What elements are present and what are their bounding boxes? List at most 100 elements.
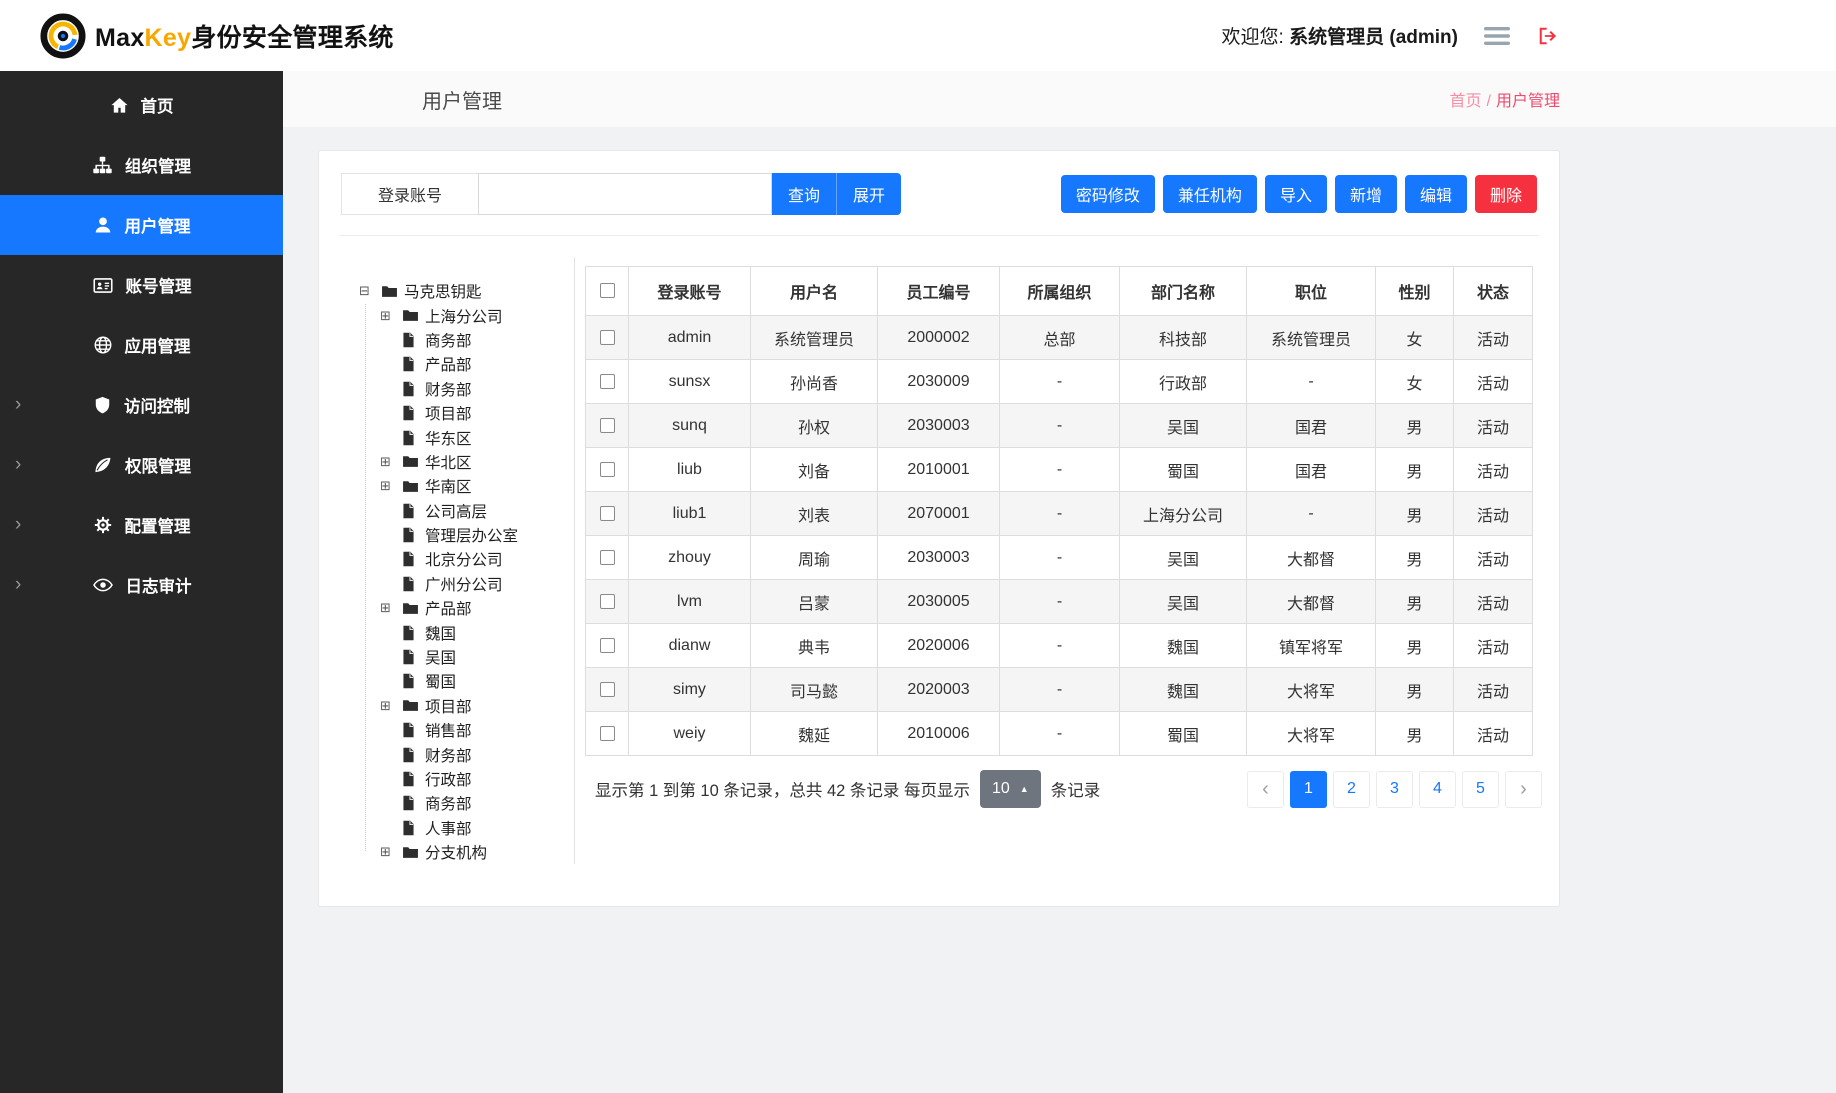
table-cell: 男 bbox=[1376, 404, 1454, 448]
import-button[interactable]: 导入 bbox=[1265, 175, 1327, 213]
tree-node[interactable]: ⊞上海分公司 bbox=[359, 303, 574, 327]
tree-toggle-icon[interactable]: ⊞ bbox=[380, 454, 402, 470]
next-page-button[interactable]: › bbox=[1505, 771, 1542, 808]
expand-button[interactable]: 展开 bbox=[836, 173, 901, 215]
org-tree: ⊟马克思钥匙⊞上海分公司商务部产品部财务部项目部华东区⊞华北区⊞华南区公司高层管… bbox=[339, 257, 575, 864]
sidebar-item-org[interactable]: 组织管理 bbox=[0, 135, 283, 195]
table-row[interactable]: sunq孙权2030003-吴国国君男活动 bbox=[586, 404, 1533, 448]
tree-toggle-icon[interactable]: ⊞ bbox=[380, 478, 402, 494]
sidebar-item-config[interactable]: ›配置管理 bbox=[0, 495, 283, 555]
breadcrumb-home[interactable]: 首页 bbox=[1450, 93, 1482, 110]
table-row[interactable]: admin系统管理员2000002总部科技部系统管理员女活动 bbox=[586, 316, 1533, 360]
concurrent-org-button[interactable]: 兼任机构 bbox=[1163, 175, 1257, 213]
tree-node[interactable]: 华东区 bbox=[359, 425, 574, 449]
row-checkbox[interactable] bbox=[600, 550, 615, 565]
tree-node[interactable]: 销售部 bbox=[359, 718, 574, 742]
page-size-dropdown[interactable]: 10▲ bbox=[980, 770, 1041, 808]
tree-node[interactable]: ⊞华北区 bbox=[359, 450, 574, 474]
table-row[interactable]: simy司马懿2020003-魏国大将军男活动 bbox=[586, 668, 1533, 712]
tree-toggle-icon[interactable]: ⊟ bbox=[359, 283, 381, 299]
add-button[interactable]: 新增 bbox=[1335, 175, 1397, 213]
folder-icon bbox=[402, 845, 424, 860]
tree-node[interactable]: 财务部 bbox=[359, 377, 574, 401]
table-row[interactable]: dianw典韦2020006-魏国镇军将军男活动 bbox=[586, 624, 1533, 668]
row-select-cell bbox=[586, 404, 629, 448]
tree-toggle-icon[interactable]: ⊞ bbox=[380, 698, 402, 714]
tree-node[interactable]: 商务部 bbox=[359, 328, 574, 352]
tree-node[interactable]: 公司高层 bbox=[359, 499, 574, 523]
table-cell: 吴国 bbox=[1120, 580, 1247, 624]
tree-node[interactable]: 广州分公司 bbox=[359, 572, 574, 596]
tree-node-label: 商务部 bbox=[424, 329, 472, 351]
change-password-button[interactable]: 密码修改 bbox=[1061, 175, 1155, 213]
row-checkbox[interactable] bbox=[600, 594, 615, 609]
menu-icon[interactable] bbox=[1484, 26, 1510, 46]
login-account-input[interactable] bbox=[478, 173, 772, 215]
row-checkbox[interactable] bbox=[600, 726, 615, 741]
tree-node[interactable]: ⊞分支机构 bbox=[359, 840, 574, 864]
table-cell: sunsx bbox=[629, 360, 751, 404]
select-all-checkbox[interactable] bbox=[600, 283, 615, 298]
sidebar-item-home[interactable]: 首页 bbox=[0, 75, 283, 135]
row-checkbox[interactable] bbox=[600, 330, 615, 345]
page-button-5[interactable]: 5 bbox=[1462, 771, 1499, 808]
prev-page-button[interactable]: ‹ bbox=[1247, 771, 1284, 808]
logout-icon[interactable] bbox=[1536, 25, 1560, 47]
tree-toggle-icon[interactable]: ⊞ bbox=[380, 844, 402, 860]
page-button-4[interactable]: 4 bbox=[1419, 771, 1456, 808]
row-checkbox[interactable] bbox=[600, 682, 615, 697]
row-select-cell bbox=[586, 624, 629, 668]
table-row[interactable]: lvm吕蒙2030005-吴国大都督男活动 bbox=[586, 580, 1533, 624]
main-area: 用户管理 首页/用户管理 登录账号 查询 展开 密码修改兼任机构导入新增编辑删除 bbox=[283, 71, 1836, 1093]
sidebar-item-audit[interactable]: ›日志审计 bbox=[0, 555, 283, 615]
page-button-1[interactable]: 1 bbox=[1290, 771, 1327, 808]
tree-node[interactable]: 魏国 bbox=[359, 620, 574, 644]
tree-toggle-icon[interactable]: ⊞ bbox=[380, 308, 402, 324]
table-row[interactable]: liub1刘表2070001-上海分公司-男活动 bbox=[586, 492, 1533, 536]
delete-button[interactable]: 删除 bbox=[1475, 175, 1537, 213]
sidebar-item-app[interactable]: 应用管理 bbox=[0, 315, 283, 375]
tree-node[interactable]: ⊞华南区 bbox=[359, 474, 574, 498]
page-button-2[interactable]: 2 bbox=[1333, 771, 1370, 808]
query-button[interactable]: 查询 bbox=[772, 173, 836, 215]
gear-icon bbox=[93, 515, 113, 535]
file-icon bbox=[402, 551, 424, 567]
tree-node[interactable]: 项目部 bbox=[359, 401, 574, 425]
table-cell: 活动 bbox=[1454, 624, 1533, 668]
row-checkbox[interactable] bbox=[600, 506, 615, 521]
row-checkbox[interactable] bbox=[600, 638, 615, 653]
breadcrumb: 首页/用户管理 bbox=[1450, 87, 1560, 111]
row-checkbox[interactable] bbox=[600, 418, 615, 433]
tree-node[interactable]: 财务部 bbox=[359, 742, 574, 766]
tree-node[interactable]: 人事部 bbox=[359, 816, 574, 840]
tree-node[interactable]: 产品部 bbox=[359, 352, 574, 376]
tree-toggle-icon[interactable]: ⊞ bbox=[380, 600, 402, 616]
row-checkbox[interactable] bbox=[600, 462, 615, 477]
tree-node[interactable]: ⊞产品部 bbox=[359, 596, 574, 620]
table-row[interactable]: weiy魏延2010006-蜀国大将军男活动 bbox=[586, 712, 1533, 756]
sidebar-item-account[interactable]: 账号管理 bbox=[0, 255, 283, 315]
row-select-cell bbox=[586, 668, 629, 712]
tree-node[interactable]: 蜀国 bbox=[359, 669, 574, 693]
table-cell: 吴国 bbox=[1120, 536, 1247, 580]
table-cell: 活动 bbox=[1454, 404, 1533, 448]
table-row[interactable]: zhouy周瑜2030003-吴国大都督男活动 bbox=[586, 536, 1533, 580]
breadcrumb-separator: / bbox=[1487, 93, 1491, 110]
tree-node[interactable]: ⊟马克思钥匙 bbox=[359, 279, 574, 303]
sidebar-item-access[interactable]: ›访问控制 bbox=[0, 375, 283, 435]
edit-button[interactable]: 编辑 bbox=[1405, 175, 1467, 213]
tree-node[interactable]: 北京分公司 bbox=[359, 547, 574, 571]
page-button-3[interactable]: 3 bbox=[1376, 771, 1413, 808]
tree-node[interactable]: 商务部 bbox=[359, 791, 574, 815]
tree-node[interactable]: 吴国 bbox=[359, 645, 574, 669]
table-row[interactable]: liub刘备2010001-蜀国国君男活动 bbox=[586, 448, 1533, 492]
tree-node-label: 华东区 bbox=[424, 427, 472, 449]
sidebar-item-user[interactable]: 用户管理 bbox=[0, 195, 283, 255]
sidebar-item-perm[interactable]: ›权限管理 bbox=[0, 435, 283, 495]
row-checkbox[interactable] bbox=[600, 374, 615, 389]
tree-node[interactable]: ⊞项目部 bbox=[359, 694, 574, 718]
table-cell: 孙尚香 bbox=[751, 360, 878, 404]
tree-node[interactable]: 管理层办公室 bbox=[359, 523, 574, 547]
table-row[interactable]: sunsx孙尚香2030009-行政部-女活动 bbox=[586, 360, 1533, 404]
tree-node[interactable]: 行政部 bbox=[359, 767, 574, 791]
